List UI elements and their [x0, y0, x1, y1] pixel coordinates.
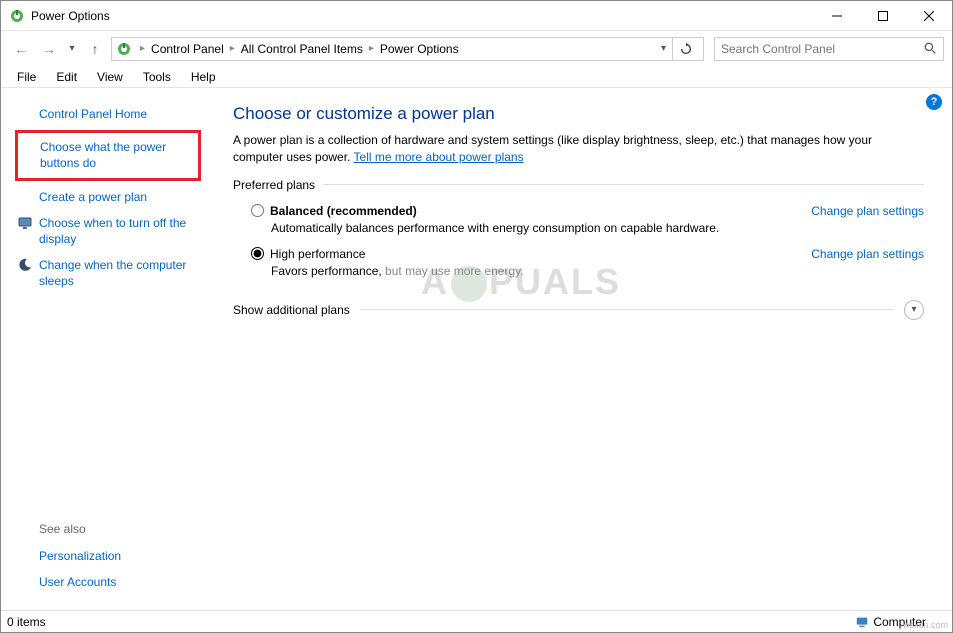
- section-label: Preferred plans: [233, 178, 315, 192]
- see-also-header: See also: [15, 522, 201, 536]
- change-plan-settings[interactable]: Change plan settings: [811, 204, 924, 218]
- breadcrumb-item[interactable]: All Control Panel Items: [239, 42, 365, 56]
- search-input[interactable]: [721, 42, 920, 56]
- plan-description: Favors performance, but may use more ene…: [271, 264, 924, 278]
- sidebar-item-label: Change when the computer sleeps: [39, 258, 186, 288]
- preferred-plans-header: Preferred plans: [233, 178, 924, 192]
- chevron-right-icon: ▸: [140, 43, 145, 54]
- main-content: ? Choose or customize a power plan A pow…: [211, 88, 952, 610]
- search-icon[interactable]: [924, 42, 937, 55]
- menu-file[interactable]: File: [7, 68, 46, 86]
- chevron-right-icon: ▸: [369, 43, 374, 54]
- chevron-down-icon[interactable]: ▾: [904, 300, 924, 320]
- sidebar-choose-power-buttons[interactable]: Choose what the power buttons do: [15, 130, 201, 180]
- breadcrumb-item[interactable]: Power Options: [378, 42, 461, 56]
- desc-link[interactable]: Tell me more about power plans: [354, 150, 524, 164]
- up-button[interactable]: ↑: [83, 37, 107, 61]
- plan-high-performance: High performance Change plan settings Fa…: [251, 247, 924, 278]
- sidebar-create-plan[interactable]: Create a power plan: [15, 185, 201, 209]
- plan-name[interactable]: High performance: [270, 247, 365, 261]
- maximize-button[interactable]: [860, 1, 906, 31]
- breadcrumb[interactable]: ▸ Control Panel ▸ All Control Panel Item…: [111, 37, 704, 61]
- forward-button[interactable]: →: [37, 37, 61, 61]
- moon-icon: [17, 257, 33, 273]
- window-title: Power Options: [31, 9, 814, 23]
- history-dropdown[interactable]: ▾: [65, 37, 79, 61]
- sidebar: Control Panel Home Choose what the power…: [1, 88, 211, 610]
- change-plan-settings[interactable]: Change plan settings: [811, 247, 924, 261]
- breadcrumb-dropdown[interactable]: ▾: [655, 43, 672, 54]
- back-button[interactable]: ←: [9, 37, 33, 61]
- see-also-personalization[interactable]: Personalization: [15, 544, 201, 568]
- refresh-button[interactable]: [672, 38, 699, 60]
- navbar: ← → ▾ ↑ ▸ Control Panel ▸ All Control Pa…: [1, 31, 952, 66]
- sidebar-change-sleep[interactable]: Change when the computer sleeps: [15, 253, 201, 293]
- page-description: A power plan is a collection of hardware…: [233, 132, 924, 166]
- menu-edit[interactable]: Edit: [46, 68, 87, 86]
- show-additional-plans[interactable]: Show additional plans ▾: [233, 300, 924, 320]
- statusbar: 0 items Computer: [1, 610, 952, 632]
- sidebar-item-label: Choose when to turn off the display: [39, 216, 186, 246]
- power-options-icon: [9, 8, 25, 24]
- plan-name[interactable]: Balanced (recommended): [270, 204, 417, 218]
- sidebar-turn-off-display[interactable]: Choose when to turn off the display: [15, 211, 201, 251]
- minimize-button[interactable]: [814, 1, 860, 31]
- display-icon: [17, 215, 33, 231]
- breadcrumb-item[interactable]: Control Panel: [149, 42, 226, 56]
- plan-radio-balanced[interactable]: [251, 204, 264, 217]
- power-options-icon: [116, 41, 132, 57]
- sidebar-home[interactable]: Control Panel Home: [15, 102, 201, 126]
- see-also-user-accounts[interactable]: User Accounts: [15, 570, 201, 594]
- computer-icon: [855, 615, 869, 629]
- titlebar: Power Options: [1, 1, 952, 31]
- plan-balanced: Balanced (recommended) Change plan setti…: [251, 204, 924, 235]
- help-icon[interactable]: ?: [926, 94, 942, 110]
- chevron-right-icon: ▸: [230, 43, 235, 54]
- menu-view[interactable]: View: [87, 68, 133, 86]
- page-title: Choose or customize a power plan: [233, 104, 924, 124]
- desc-text: A power plan is a collection of hardware…: [233, 133, 872, 164]
- additional-label: Show additional plans: [233, 303, 350, 317]
- plan-radio-high-performance[interactable]: [251, 247, 264, 260]
- menu-help[interactable]: Help: [181, 68, 226, 86]
- plan-description: Automatically balances performance with …: [271, 221, 924, 235]
- see-also-section: See also Personalization User Accounts: [15, 522, 201, 596]
- close-button[interactable]: [906, 1, 952, 31]
- search-box[interactable]: [714, 37, 944, 61]
- attribution: wsxdn.com: [903, 620, 948, 630]
- menubar: File Edit View Tools Help: [1, 66, 952, 88]
- menu-tools[interactable]: Tools: [133, 68, 181, 86]
- status-items: 0 items: [7, 615, 855, 629]
